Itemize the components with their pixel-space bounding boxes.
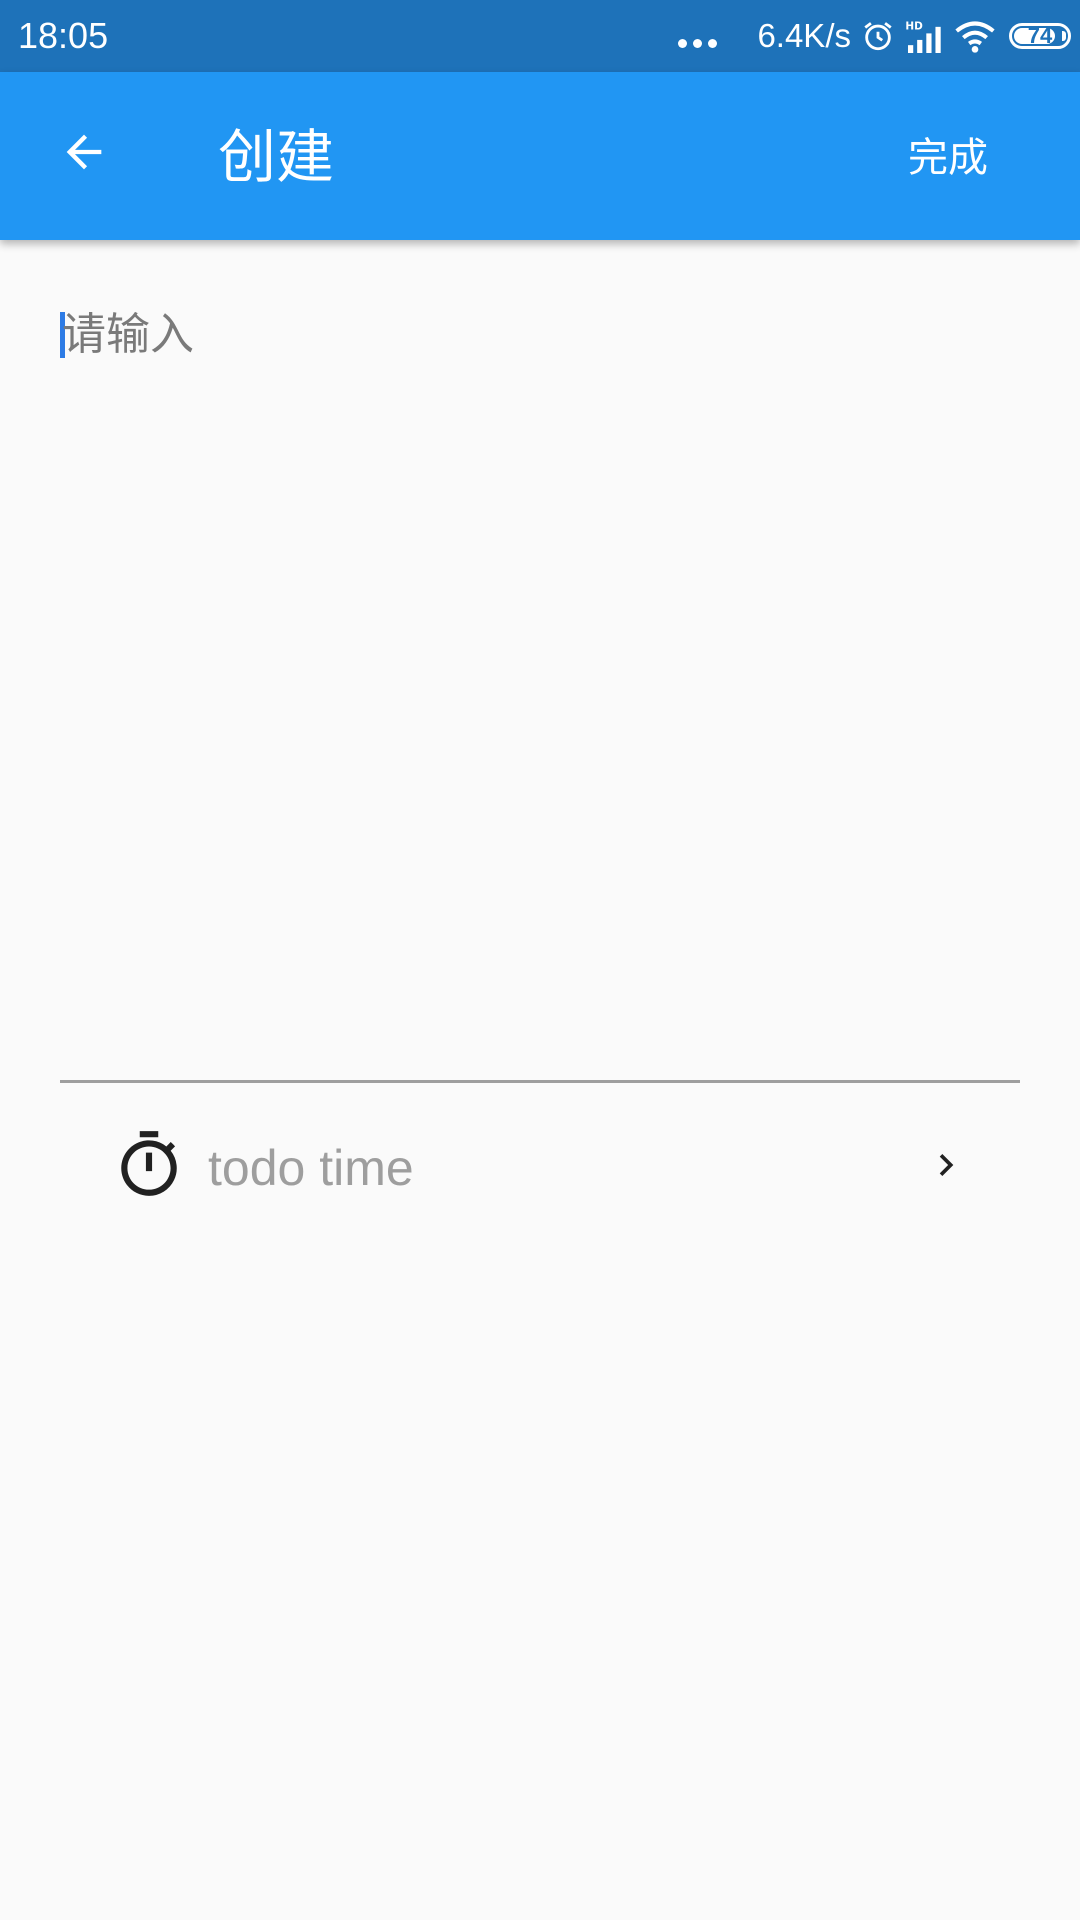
page-title: 创建 xyxy=(218,123,335,191)
alarm-icon xyxy=(864,22,892,51)
todo-time-row[interactable]: todo time xyxy=(60,1110,1020,1220)
more-dots-icon xyxy=(678,38,718,48)
chevron-right-icon xyxy=(939,1154,954,1176)
status-icons: 6.4K/s HD 74 xyxy=(678,14,1071,58)
app-bar: 创建 完成 xyxy=(0,72,1080,240)
divider xyxy=(60,1080,1020,1083)
battery-icon: 74 xyxy=(1005,23,1071,49)
status-bar: 18:05 6.4K/s HD 74 xyxy=(0,0,1080,72)
network-speed: 6.4K/s xyxy=(757,17,851,54)
arrow-back-icon xyxy=(66,134,102,170)
done-button[interactable]: 完成 xyxy=(908,130,988,186)
input-placeholder: 请输入 xyxy=(62,309,194,360)
wifi-icon xyxy=(955,21,995,53)
battery-level: 74 xyxy=(1027,23,1053,48)
back-button[interactable] xyxy=(44,112,124,192)
hd-signal-icon: HD xyxy=(905,20,941,53)
status-time: 18:05 xyxy=(18,15,109,56)
timer-icon xyxy=(121,1131,177,1196)
todo-time-label: todo time xyxy=(208,1140,414,1196)
svg-text:HD: HD xyxy=(905,20,923,32)
todo-content-input[interactable]: 请输入 xyxy=(60,300,1020,1060)
